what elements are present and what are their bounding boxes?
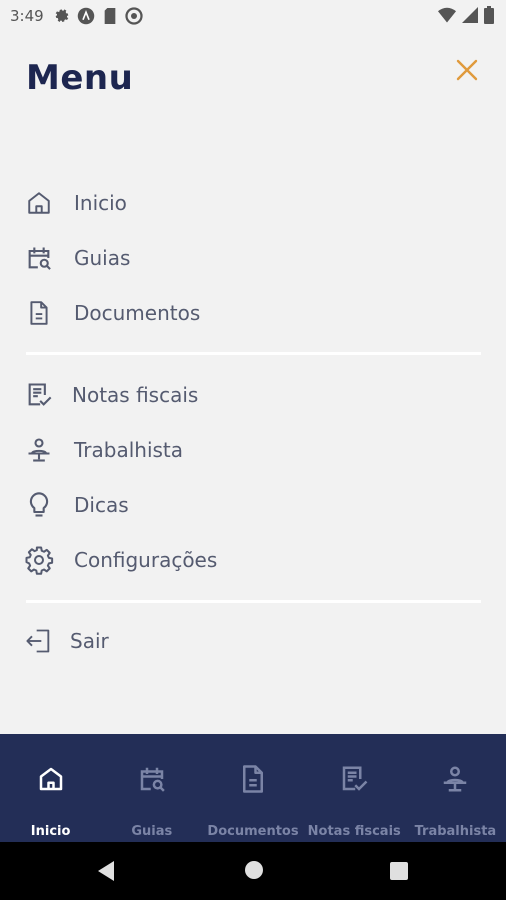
menu-divider	[26, 352, 481, 355]
menu-item-sair[interactable]: Sair	[24, 619, 480, 663]
tab-label: Guias	[131, 824, 173, 839]
menu-item-trabalhista[interactable]: Trabalhista	[24, 428, 480, 472]
signal-icon	[462, 7, 478, 23]
invoice-check-icon	[342, 766, 368, 791]
menu-item-dicas[interactable]: Dicas	[24, 483, 480, 527]
block-status-icon	[125, 7, 143, 25]
menu-item-label: Dicas	[74, 493, 129, 517]
menu-item-configuracoes[interactable]: Configurações	[24, 538, 480, 582]
menu-item-documentos[interactable]: Documentos	[24, 291, 480, 335]
menu-item-label: Documentos	[74, 301, 201, 325]
sd-card-status-icon	[104, 8, 116, 24]
status-bar: 3:49	[0, 0, 506, 32]
menu-item-notas-fiscais[interactable]: Notas fiscais	[24, 373, 480, 417]
wifi-icon	[438, 7, 456, 23]
worker-icon	[444, 766, 467, 792]
home-icon	[24, 188, 54, 218]
app-status-icon	[77, 7, 94, 25]
status-time: 3:49	[10, 7, 44, 25]
invoice-check-icon	[24, 380, 54, 410]
calendar-search-icon	[24, 243, 54, 273]
back-icon[interactable]	[96, 860, 116, 882]
menu-item-label: Inicio	[74, 191, 127, 215]
tab-notas-fiscais[interactable]: Notas fiscais	[304, 734, 405, 842]
tab-documentos[interactable]: Documentos	[202, 734, 303, 842]
calendar-search-icon	[140, 767, 165, 792]
close-button[interactable]	[454, 57, 480, 83]
home-button-icon[interactable]	[244, 860, 264, 880]
logout-icon	[24, 626, 54, 656]
gear-icon	[24, 545, 54, 575]
tab-label: Notas fiscais	[307, 824, 401, 839]
menu-item-label: Trabalhista	[74, 438, 184, 462]
worker-icon	[24, 435, 54, 465]
battery-icon	[484, 6, 494, 24]
menu-item-label: Guias	[74, 246, 131, 270]
menu-item-inicio[interactable]: Inicio	[24, 181, 480, 225]
menu-divider	[26, 600, 481, 603]
tab-label: Inicio	[30, 824, 71, 839]
tab-trabalhista[interactable]: Trabalhista	[405, 734, 506, 842]
document-icon	[24, 298, 54, 328]
lightbulb-icon	[24, 490, 54, 520]
menu-item-guias[interactable]: Guias	[24, 236, 480, 280]
page-title: Menu	[26, 58, 134, 98]
settings-status-icon	[55, 9, 69, 22]
tab-inicio[interactable]: Inicio	[0, 734, 101, 842]
system-navigation-bar	[0, 842, 506, 900]
close-icon	[456, 59, 478, 81]
tab-label: Trabalhista	[414, 824, 497, 839]
menu-item-label: Notas fiscais	[72, 383, 199, 407]
menu-item-label: Configurações	[74, 548, 218, 572]
home-icon	[39, 767, 62, 791]
document-icon	[243, 765, 263, 793]
recents-icon[interactable]	[390, 862, 408, 880]
tab-label: Documentos	[207, 824, 299, 839]
menu-item-label: Sair	[70, 629, 109, 653]
tab-guias[interactable]: Guias	[101, 734, 202, 842]
bottom-navigation: Inicio Guias Documentos Notas fiscais Tr…	[0, 734, 506, 842]
